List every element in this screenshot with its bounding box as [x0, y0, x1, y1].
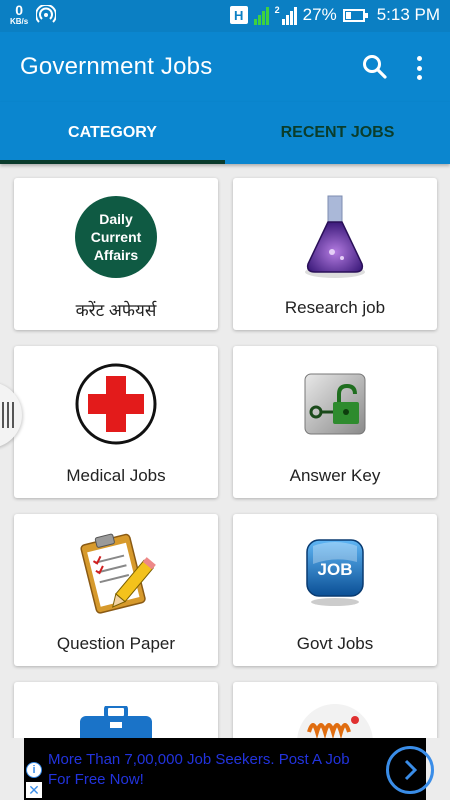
signal-sim1-icon	[253, 5, 269, 25]
network-speed-value: 0	[15, 2, 24, 18]
network-speed-unit: KB/s	[10, 17, 29, 26]
category-card-current-affairs[interactable]: Daily Current Affairs करेंट अफेयर्स	[14, 178, 218, 330]
app-bar: Government Jobs	[0, 32, 450, 102]
category-card-govt-jobs[interactable]: JOB Govt Jobs	[233, 514, 437, 666]
medical-cross-icon	[75, 363, 157, 445]
tab-category[interactable]: CATEGORY	[0, 102, 225, 164]
category-label: Medical Jobs	[66, 466, 166, 485]
network-type-badge: H	[229, 6, 248, 24]
job-button-icon: JOB	[306, 539, 364, 606]
sim2-label: 2	[274, 5, 280, 15]
category-card-research-job[interactable]: Research job	[233, 178, 437, 330]
app-title: Government Jobs	[20, 53, 213, 80]
clipboard-pencil-icon	[80, 533, 156, 614]
ad-info-icon[interactable]: i	[26, 762, 42, 778]
tab-recent-jobs[interactable]: RECENT JOBS	[225, 102, 450, 164]
chevron-right-icon[interactable]	[386, 746, 434, 794]
category-label: करेंट अफेयर्स	[75, 301, 157, 320]
badge-line-daily: Daily	[99, 211, 133, 227]
search-icon[interactable]	[362, 54, 388, 80]
job-button-text: JOB	[318, 560, 353, 579]
category-card-answer-key[interactable]: Answer Key	[233, 346, 437, 498]
ad-text[interactable]: More Than 7,00,000 Job Seekers. Post A J…	[48, 750, 358, 790]
category-label: Research job	[284, 298, 386, 317]
tab-bar: CATEGORY RECENT JOBS	[0, 102, 450, 164]
unlock-key-icon	[304, 373, 366, 435]
daily-current-affairs-icon: Daily Current Affairs	[75, 196, 157, 278]
ad-banner[interactable]: More Than 7,00,000 Job Seekers. Post A J…	[0, 738, 450, 800]
category-label: Answer Key	[289, 466, 381, 485]
battery-fill	[345, 11, 351, 19]
coil-icon	[297, 704, 373, 742]
status-bar: 0 KB/s H 2 27% 5:13 PM	[0, 0, 450, 32]
more-vert-icon[interactable]	[411, 54, 427, 82]
hotspot-icon	[36, 5, 57, 23]
category-card-medical-jobs[interactable]: Medical Jobs	[14, 346, 218, 498]
category-label: Question Paper	[56, 634, 176, 653]
battery-icon	[342, 8, 368, 22]
battery-percent: 27%	[302, 5, 337, 24]
badge-line-affairs: Affairs	[93, 247, 139, 263]
badge-line-current: Current	[90, 229, 142, 245]
category-card-question-paper[interactable]: Question Paper	[14, 514, 218, 666]
signal-sim2-icon	[281, 5, 297, 25]
network-speed: 0 KB/s	[10, 3, 28, 26]
ad-close-icon[interactable]: ✕	[26, 782, 42, 798]
clock: 5:13 PM	[376, 5, 440, 24]
ad-content[interactable]: More Than 7,00,000 Job Seekers. Post A J…	[24, 738, 434, 800]
tab-indicator	[0, 160, 225, 164]
category-label: Govt Jobs	[296, 634, 374, 653]
flask-icon	[305, 195, 365, 278]
